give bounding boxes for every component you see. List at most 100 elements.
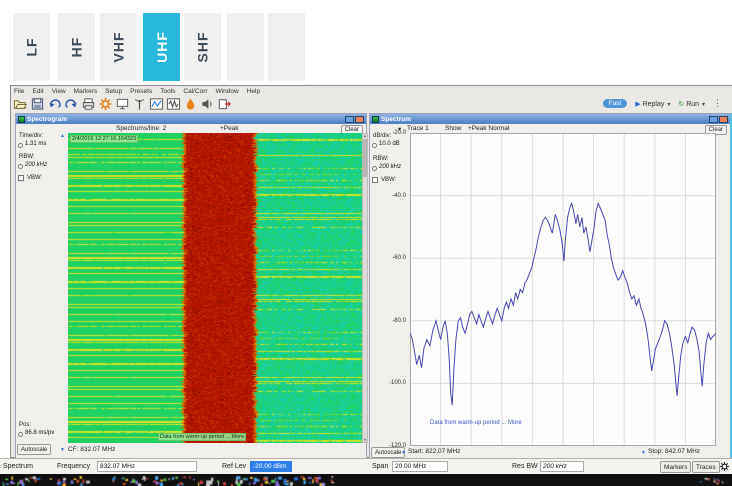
- menu-item-help[interactable]: Help: [247, 88, 260, 95]
- menu-item-markers[interactable]: Markers: [74, 88, 97, 95]
- spectrum-plot[interactable]: Data from warm-up period ... More: [410, 133, 716, 446]
- band-tab-uhf[interactable]: UHF: [143, 13, 180, 81]
- pos-value[interactable]: 86.8 ms/pv: [25, 430, 54, 436]
- band-tab-empty-6[interactable]: [268, 13, 305, 81]
- radio-icon[interactable]: [372, 166, 377, 171]
- spectrogram-title: Spectrogram: [27, 116, 67, 123]
- spectrogram-panel: Spectrogram Spectrums/line: 2 +Peak Clea…: [15, 113, 367, 459]
- save-icon[interactable]: [30, 96, 45, 112]
- app-window: File Edit View Markers Setup Presets Tools Cal/…: [10, 85, 732, 458]
- spectrogram-titlebar[interactable]: Spectrogram: [16, 114, 366, 124]
- start-readout: Start: 822.07 MHz: [408, 448, 460, 455]
- scroll-down-icon[interactable]: ▼: [363, 438, 367, 442]
- markers-button[interactable]: Markers: [660, 461, 691, 473]
- vbw-checkbox[interactable]: [372, 177, 378, 183]
- toolbar-icons: [13, 96, 232, 112]
- radio-icon[interactable]: [18, 164, 23, 169]
- radio-icon[interactable]: [18, 143, 23, 148]
- status-bar: Spectrum Frequency 832.07 MHz Ref Lev -2…: [0, 458, 732, 474]
- radio-icon[interactable]: [18, 432, 23, 437]
- trace-math-icon[interactable]: [149, 96, 164, 112]
- stop-value: 842.07 MHz: [665, 448, 700, 455]
- close-button[interactable]: [355, 116, 364, 123]
- time-div-value[interactable]: 1.31 ms: [25, 141, 46, 147]
- window-buttons: [709, 116, 728, 123]
- taskbar-strip[interactable]: [0, 474, 732, 486]
- trace-selector[interactable]: Trace 1: [407, 125, 429, 132]
- run-button[interactable]: ↻ Run ▾: [678, 100, 705, 108]
- redo-icon[interactable]: [64, 96, 79, 112]
- rbw-label: RBW:: [19, 154, 35, 160]
- frequency-label: Frequency: [57, 463, 90, 470]
- db-div-value[interactable]: 10.0 dB: [379, 141, 400, 147]
- replay-label: Replay: [643, 101, 665, 108]
- menu-item-presets[interactable]: Presets: [130, 88, 152, 95]
- band-tab-vhf[interactable]: VHF: [100, 13, 137, 81]
- menu-item-file[interactable]: File: [14, 88, 24, 95]
- y-axis-label: -60.0: [370, 255, 406, 261]
- settings-gear-icon[interactable]: [98, 96, 113, 112]
- export-icon[interactable]: [217, 96, 232, 112]
- spectrogram-scrollbar[interactable]: ▲ ▼: [362, 133, 368, 443]
- menu-item-setup[interactable]: Setup: [105, 88, 122, 95]
- print-icon[interactable]: [81, 96, 96, 112]
- band-tab-empty-5[interactable]: [227, 13, 264, 81]
- trace-wave-icon[interactable]: [166, 96, 181, 112]
- menu-item-cal-corr[interactable]: Cal/Corr: [183, 88, 207, 95]
- chevron-down-icon: ▾: [702, 102, 705, 108]
- y-axis-label: -40.0: [370, 193, 406, 199]
- y-axis-label: -20.0: [370, 130, 406, 136]
- undo-icon[interactable]: [47, 96, 62, 112]
- radio-icon[interactable]: [372, 143, 377, 148]
- start-marker-icon[interactable]: ▼: [401, 450, 406, 456]
- signal-antenna-icon[interactable]: [132, 96, 147, 112]
- spectrums-per-line[interactable]: Spectrums/line: 2: [116, 125, 166, 132]
- replay-button[interactable]: ▶ Replay ▾: [635, 100, 670, 108]
- rbw-value[interactable]: 200 kHz: [379, 164, 401, 170]
- traces-button[interactable]: Traces: [692, 461, 720, 473]
- band-tab-shf[interactable]: SHF: [184, 13, 221, 81]
- restore-button[interactable]: [345, 116, 354, 123]
- detector-label[interactable]: +Peak: [220, 125, 239, 132]
- span-input[interactable]: 20.00 MHz: [392, 461, 448, 472]
- scrollbar-thumb[interactable]: [363, 139, 367, 177]
- band-tab-lf[interactable]: LF: [13, 13, 50, 81]
- frequency-input[interactable]: 832.07 MHz: [97, 461, 197, 472]
- band-tab-label: HF: [68, 37, 84, 58]
- time-div-label: Time/div:: [19, 133, 43, 139]
- open-icon[interactable]: [13, 96, 28, 112]
- close-button[interactable]: [719, 116, 728, 123]
- ref-lev-input[interactable]: -20.00 dBm: [250, 461, 292, 472]
- rbw-value[interactable]: 200 kHz: [25, 162, 47, 168]
- spectrogram-timestamp: 2/4/2016 12:27:16.164323: [70, 135, 138, 143]
- vbw-checkbox[interactable]: [18, 175, 24, 181]
- restore-button[interactable]: [709, 116, 718, 123]
- menu-item-edit[interactable]: Edit: [32, 88, 43, 95]
- cf-marker-icon[interactable]: ▼: [60, 447, 65, 453]
- stop-marker-icon[interactable]: ▼: [641, 450, 646, 456]
- scroll-top-marker-icon[interactable]: ▲: [60, 133, 65, 139]
- display-icon[interactable]: [115, 96, 130, 112]
- fast-button[interactable]: Fast: [603, 99, 628, 108]
- y-axis-label: -100.0: [370, 380, 406, 386]
- overflow-menu-button[interactable]: ⋮: [713, 98, 722, 109]
- spectrogram-display[interactable]: [68, 133, 362, 443]
- scroll-up-icon[interactable]: ▲: [363, 134, 367, 138]
- spectrum-warmup-message: Data from warm-up period ... More: [430, 420, 522, 426]
- spectrogram-panel-icon: [18, 116, 25, 123]
- ink-droplet-icon[interactable]: [183, 96, 198, 112]
- spectrum-panel-icon: [372, 116, 379, 123]
- res-bw-input[interactable]: 200 kHz: [540, 461, 584, 472]
- spectrum-panel: Spectrum ▾ Trace 1 ✓ Show +Peak Normal C…: [369, 113, 732, 459]
- detector-label[interactable]: +Peak Normal: [468, 125, 509, 132]
- menu-item-tools[interactable]: Tools: [160, 88, 175, 95]
- autoscale-button[interactable]: Autoscale: [17, 444, 51, 455]
- spectrum-titlebar[interactable]: Spectrum: [370, 114, 730, 124]
- band-tab-hf[interactable]: HF: [58, 13, 95, 81]
- menu-item-view[interactable]: View: [52, 88, 66, 95]
- audio-speaker-icon[interactable]: [200, 96, 215, 112]
- settings-gear-icon[interactable]: [719, 461, 730, 474]
- band-tab-label: SHF: [195, 32, 211, 63]
- menu-item-window[interactable]: Window: [216, 88, 239, 95]
- cf-label: CF:: [68, 446, 78, 453]
